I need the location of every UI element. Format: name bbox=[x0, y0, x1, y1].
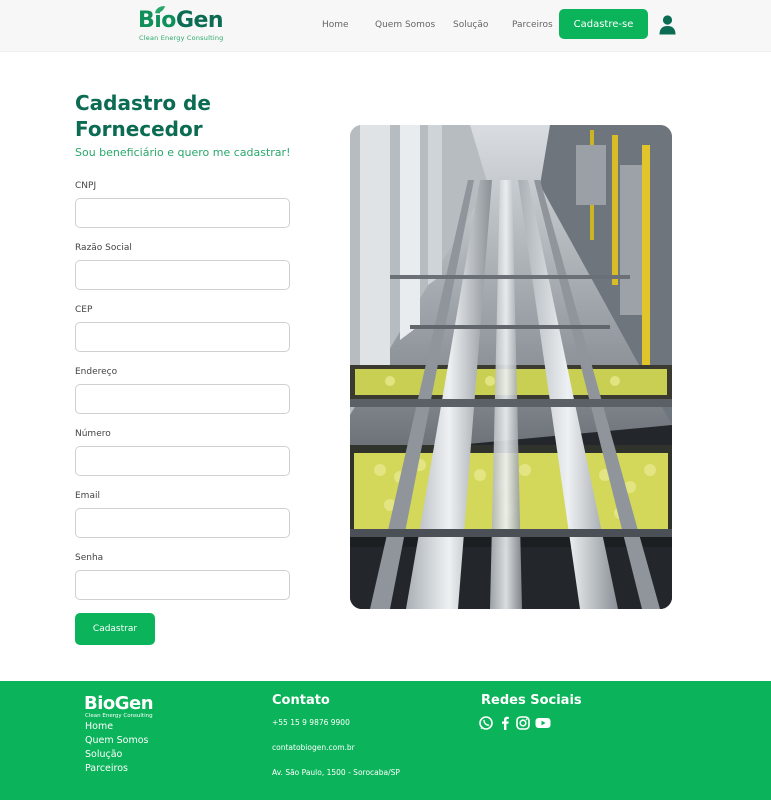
contact-email[interactable]: contatobiogen.com.br bbox=[272, 743, 355, 752]
logo-wordmark: BioGen bbox=[138, 8, 224, 33]
contact-phone: +55 15 9 9876 9900 bbox=[272, 718, 350, 727]
cnpj-input[interactable] bbox=[75, 198, 290, 228]
page-title: Cadastro de Fornecedor bbox=[75, 91, 211, 141]
page-subtitle: Sou beneficiário e quero me cadastrar! bbox=[75, 146, 291, 159]
footer-link-home[interactable]: Home bbox=[85, 721, 113, 732]
contact-address: Av. São Paulo, 1500 - Sorocaba/SP bbox=[272, 768, 400, 777]
cep-input[interactable] bbox=[75, 322, 290, 352]
conveyor-photo bbox=[350, 125, 672, 609]
razao-social-input[interactable] bbox=[75, 260, 290, 290]
site-footer: BioGen Clean Energy Consulting Home Quem… bbox=[0, 681, 771, 800]
brand-logo[interactable]: BioGen Clean Energy Consulting bbox=[138, 6, 228, 42]
cep-label: CEP bbox=[75, 305, 93, 315]
email-input[interactable] bbox=[75, 508, 290, 538]
footer-logo-tagline: Clean Energy Consulting bbox=[85, 713, 153, 719]
senha-label: Senha bbox=[75, 553, 104, 563]
razao-social-label: Razão Social bbox=[75, 243, 132, 253]
numero-input[interactable] bbox=[75, 446, 290, 476]
footer-logo[interactable]: BioGen Clean Energy Consulting bbox=[84, 693, 154, 721]
email-label: Email bbox=[75, 491, 100, 501]
footer-link-parceiros[interactable]: Parceiros bbox=[85, 763, 128, 774]
signup-button[interactable]: Cadastre-se bbox=[559, 9, 648, 39]
cnpj-label: CNPJ bbox=[75, 181, 97, 191]
leaf-icon bbox=[155, 6, 165, 13]
nav-quem-somos[interactable]: Quem Somos bbox=[375, 20, 435, 30]
numero-label: Número bbox=[75, 429, 111, 439]
youtube-icon[interactable] bbox=[535, 715, 551, 731]
logo-tagline: Clean Energy Consulting bbox=[139, 34, 224, 42]
submit-button[interactable]: Cadastrar bbox=[75, 613, 155, 645]
contact-heading: Contato bbox=[272, 693, 330, 708]
whatsapp-icon[interactable] bbox=[478, 715, 494, 731]
user-icon[interactable] bbox=[659, 15, 676, 35]
footer-link-quem-somos[interactable]: Quem Somos bbox=[85, 735, 148, 746]
conveyor-illustration bbox=[350, 125, 672, 609]
nav-home[interactable]: Home bbox=[322, 20, 349, 30]
social-heading: Redes Sociais bbox=[481, 693, 582, 708]
endereco-input[interactable] bbox=[75, 384, 290, 414]
senha-input[interactable] bbox=[75, 570, 290, 600]
nav-parceiros[interactable]: Parceiros bbox=[512, 20, 553, 30]
instagram-icon[interactable] bbox=[515, 715, 531, 731]
endereco-label: Endereço bbox=[75, 367, 118, 377]
footer-logo-wordmark: BioGen bbox=[84, 693, 154, 714]
facebook-icon[interactable] bbox=[497, 715, 513, 731]
nav-solucao[interactable]: Solução bbox=[453, 20, 488, 30]
site-header: BioGen Clean Energy Consulting Home Quem… bbox=[0, 0, 771, 52]
footer-link-solucao[interactable]: Solução bbox=[85, 749, 122, 760]
